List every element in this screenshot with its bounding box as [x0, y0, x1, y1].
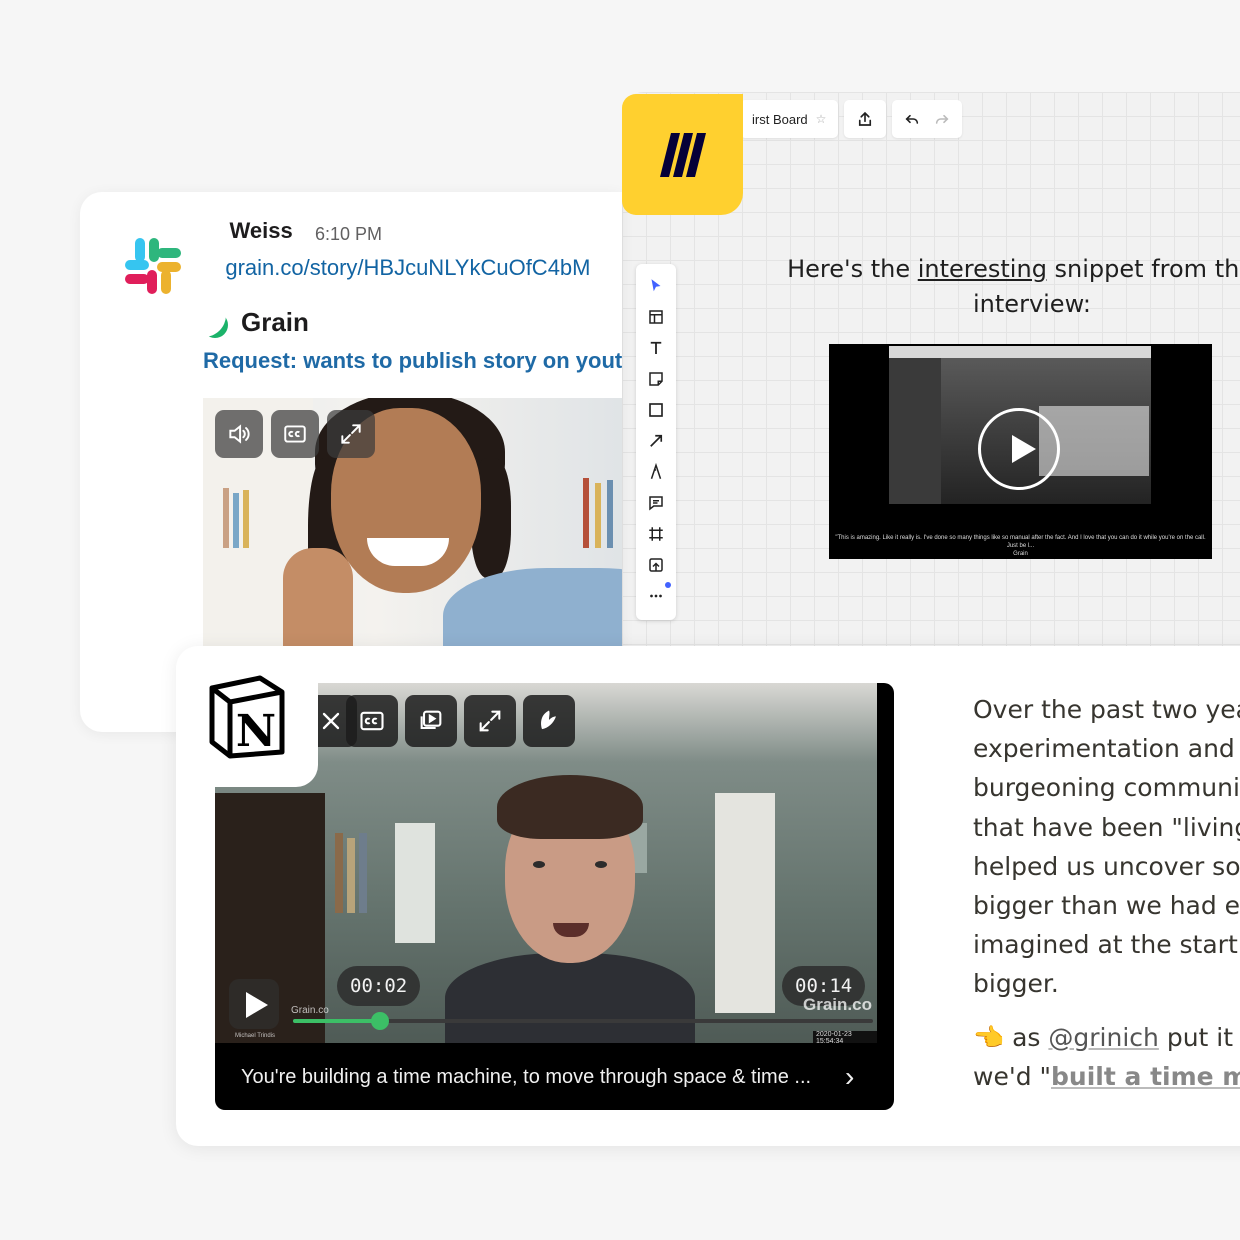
shape-tool[interactable] — [643, 394, 669, 425]
quote-text: as — [1012, 1023, 1041, 1052]
more-icon — [650, 594, 662, 597]
progress-fill — [293, 1019, 380, 1023]
grain-watermark: Grain.co — [803, 995, 872, 1014]
notion-paragraph: Over the past two year experimentation a… — [973, 690, 1240, 1004]
board-caption: Here's the interesting snippet from the … — [772, 252, 1240, 322]
captions-icon — [360, 711, 384, 731]
miro-topbar: irst Board ☆ — [740, 100, 963, 138]
grain-leaf-icon — [541, 710, 556, 730]
paragraph-line: helped us uncover som — [973, 851, 1240, 881]
share-button[interactable] — [844, 100, 887, 138]
volume-icon — [229, 424, 250, 444]
caption-link[interactable]: interesting — [918, 255, 1047, 283]
redo-icon[interactable] — [934, 111, 950, 127]
paragraph-line: Over the past two year — [973, 695, 1240, 724]
chevron-right-icon[interactable]: › — [845, 1061, 854, 1093]
pointing-hand-icon: 👈 — [973, 1023, 1005, 1052]
paragraph-line: experimentation and le — [973, 734, 1240, 764]
quote-line2-prefix: we'd " — [973, 1062, 1052, 1091]
frame-tool[interactable] — [643, 518, 669, 549]
video-timestamp: 2020-01-23 15:54:34 — [813, 1031, 877, 1043]
caption-text-end: snippet from the u — [1054, 255, 1240, 283]
upload-icon — [649, 557, 663, 572]
miro-logo-icon — [622, 94, 743, 215]
fullscreen-button[interactable] — [464, 695, 516, 747]
select-icon — [651, 278, 661, 291]
upload-tool[interactable] — [643, 549, 669, 580]
video-subtitle-text: "This is amazing. Like it really is. I'v… — [835, 535, 1206, 549]
paragraph-line: that have been "living c — [973, 812, 1240, 842]
quote-block: 👈 as @grinich put it e we'd "built a tim… — [973, 1018, 1240, 1096]
pen-tool[interactable] — [643, 456, 669, 487]
pen-icon — [650, 462, 662, 479]
video-caption[interactable]: You're building a time machine, to move … — [241, 1066, 811, 1089]
frame-icon — [649, 526, 663, 541]
captions-icon — [284, 425, 306, 443]
undo-redo-group — [892, 100, 963, 138]
slack-logo-icon — [80, 194, 226, 337]
paragraph-line: bigger. — [973, 969, 1059, 999]
board-title-box[interactable]: irst Board ☆ — [740, 100, 839, 138]
templates-icon — [649, 309, 663, 324]
name-tag: Michael Trindis — [235, 1033, 276, 1039]
embedded-video[interactable]: "This is amazing. Like it really is. I'v… — [829, 344, 1212, 559]
comment-icon — [649, 495, 663, 511]
shape-icon — [649, 402, 663, 417]
board-title: irst Board — [752, 111, 808, 127]
story-link[interactable]: ://grain.co/story/HBJcuNLYkCuOfC4bM — [207, 255, 591, 281]
unfurl-title-link[interactable]: Request: wants to publish story on youtu — [203, 348, 622, 374]
upload-icon — [859, 111, 872, 126]
expand-icon — [341, 424, 361, 444]
captions-button[interactable] — [346, 695, 398, 747]
templates-tool[interactable] — [643, 301, 669, 332]
notion-page-card: 00:02 00:14 Grain.co Michael Trindis Gra… — [176, 646, 1240, 1146]
caption-line-2: interview: — [973, 290, 1091, 318]
current-time: 00:02 — [337, 966, 421, 1006]
sticky-note-icon — [649, 371, 663, 386]
play-button[interactable] — [229, 979, 279, 1029]
volume-button[interactable] — [215, 410, 263, 458]
play-icon[interactable] — [978, 408, 1060, 490]
grain-button[interactable] — [523, 695, 575, 747]
captions-button[interactable] — [271, 410, 319, 458]
user-mention[interactable]: @grinich — [1048, 1023, 1158, 1052]
comment-tool[interactable] — [643, 487, 669, 518]
notion-logo-icon: N — [176, 647, 318, 787]
expand-icon — [479, 710, 501, 732]
text-tool[interactable] — [643, 332, 669, 363]
svg-text:N: N — [236, 706, 276, 757]
quote-link[interactable]: built a time mac — [1051, 1062, 1240, 1091]
video-player[interactable] — [203, 398, 622, 658]
message-time[interactable]: 6:10 PM — [315, 224, 382, 245]
video-subtitle: "This is amazing. Like it really is. I'v… — [835, 534, 1206, 558]
unfurl-app-name: Grain — [241, 307, 309, 337]
paragraph-line: imagined at the start. N — [973, 930, 1240, 960]
progress-knob[interactable] — [371, 1012, 389, 1030]
select-tool[interactable] — [643, 270, 669, 301]
close-icon — [322, 712, 340, 730]
star-icon[interactable]: ☆ — [816, 112, 827, 126]
progress-track[interactable] — [293, 1012, 873, 1030]
picture-in-picture-button[interactable] — [405, 695, 457, 747]
paragraph-line: burgeoning community — [973, 773, 1240, 803]
playlist-icon — [420, 710, 442, 730]
miro-toolbar — [636, 264, 676, 620]
fullscreen-button[interactable] — [327, 410, 375, 458]
arrow-tool[interactable] — [643, 425, 669, 456]
video-subtitle-name: Grain — [1013, 551, 1028, 557]
text-icon — [650, 341, 662, 354]
arrow-icon — [650, 434, 663, 447]
paragraph-line: bigger than we had eve — [973, 891, 1240, 921]
quote-text-mid: put it e — [1166, 1023, 1240, 1052]
watermark-small: Grain.co — [291, 1005, 329, 1016]
more-tools[interactable] — [643, 580, 671, 611]
undo-icon[interactable] — [904, 111, 920, 127]
sticky-note-tool[interactable] — [643, 363, 669, 394]
caption-text: Here's the — [787, 255, 918, 283]
notification-dot — [665, 582, 671, 588]
